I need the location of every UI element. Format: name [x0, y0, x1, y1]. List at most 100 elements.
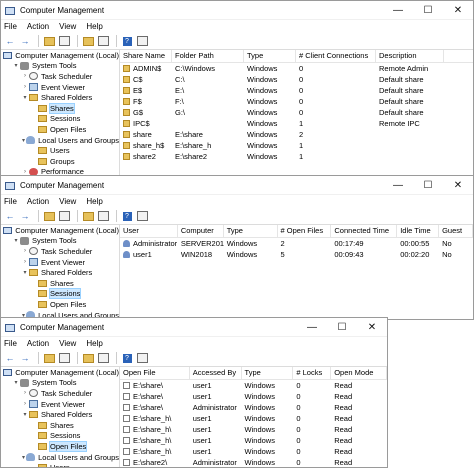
column-header-type[interactable]: Type	[244, 50, 296, 62]
column-header-type[interactable]: Type	[242, 367, 294, 379]
expanded-arrow-icon[interactable]: ▾	[12, 379, 20, 386]
expanded-arrow-icon[interactable]: ▾	[12, 237, 20, 244]
collapsed-arrow-icon[interactable]: ›	[21, 390, 29, 396]
tree-item-computer-management-local[interactable]: Computer Management (Local)	[1, 225, 119, 236]
maximize-button[interactable]: ☐	[413, 176, 443, 194]
menu-help[interactable]: Help	[86, 339, 102, 348]
tree-item-shares[interactable]: Shares	[1, 420, 119, 431]
tree-item-task-scheduler[interactable]: › Task Scheduler	[1, 71, 119, 82]
expanded-arrow-icon[interactable]: ▾	[21, 94, 29, 101]
table-row[interactable]: E:\share2\ Administrator Windows 0 Read	[120, 457, 387, 467]
table-row[interactable]: E$ E:\ Windows 0 Default share	[120, 85, 473, 96]
column-header-share-name[interactable]: Share Name	[120, 50, 172, 62]
menu-help[interactable]: Help	[86, 22, 102, 31]
help-icon[interactable]: ?	[121, 35, 133, 47]
tree-item-computer-management-local[interactable]: Computer Management (Local)	[1, 367, 119, 378]
tree-item-shares[interactable]: Shares	[1, 102, 119, 114]
menu-file[interactable]: File	[4, 197, 17, 206]
tree-item-shares[interactable]: Shares	[1, 278, 119, 289]
forward-icon[interactable]: →	[19, 210, 31, 222]
menu-help[interactable]: Help	[86, 197, 102, 206]
column-header-open-mode[interactable]: Open Mode	[331, 367, 387, 379]
menu-action[interactable]: Action	[27, 22, 49, 31]
up-folder-icon[interactable]	[43, 352, 55, 364]
collapsed-arrow-icon[interactable]: ›	[21, 248, 29, 254]
up-folder-icon[interactable]	[43, 35, 55, 47]
show-hide-tree-icon[interactable]	[58, 35, 70, 47]
table-row[interactable]: AdministratorSERVER201...Windows 2 00:17:4…	[120, 238, 473, 249]
menu-action[interactable]: Action	[27, 339, 49, 348]
tree-item-performance[interactable]: › Performance	[1, 167, 119, 175]
forward-icon[interactable]: →	[19, 35, 31, 47]
table-row[interactable]: share2 E:\share2 Windows 1	[120, 151, 473, 162]
tree-item-computer-management-local[interactable]: Computer Management (Local)	[1, 50, 119, 61]
column-header-connected-time[interactable]: Connected Time	[331, 225, 398, 237]
collapsed-arrow-icon[interactable]: ›	[21, 84, 29, 90]
tree-item-sessions[interactable]: Sessions	[1, 288, 119, 300]
back-icon[interactable]: ←	[4, 210, 16, 222]
column-header-folder-path[interactable]: Folder Path	[172, 50, 244, 62]
menu-file[interactable]: File	[4, 22, 17, 31]
title-bar[interactable]: Computer Management — ☐ ✕	[1, 318, 387, 337]
title-bar[interactable]: Computer Management — ☐ ✕	[1, 176, 473, 195]
column-header-client-connections[interactable]: # Client Connections	[296, 50, 376, 62]
column-header-computer[interactable]: Computer	[178, 225, 224, 237]
forward-icon[interactable]: →	[19, 352, 31, 364]
tree-item-sessions[interactable]: Sessions	[1, 431, 119, 442]
export-list-icon[interactable]	[97, 352, 109, 364]
help-icon[interactable]: ?	[121, 210, 133, 222]
table-row[interactable]: share E:\share Windows 2	[120, 129, 473, 140]
table-row[interactable]: F$ F:\ Windows 0 Default share	[120, 96, 473, 107]
tree-item-shared-folders[interactable]: ▾ Shared Folders	[1, 92, 119, 103]
table-row[interactable]: C$ C:\ Windows 0 Default share	[120, 74, 473, 85]
column-header-accessed-by[interactable]: Accessed By	[190, 367, 242, 379]
column-header-type[interactable]: Type	[224, 225, 278, 237]
expanded-arrow-icon[interactable]: ▾	[12, 62, 20, 69]
tree-item-event-viewer[interactable]: › Event Viewer	[1, 399, 119, 410]
show-hide-tree-icon[interactable]	[58, 352, 70, 364]
table-row[interactable]: E:\share_h\ user1 Windows 0 Read	[120, 435, 387, 446]
expanded-arrow-icon[interactable]: ▾	[21, 269, 29, 276]
refresh-icon[interactable]	[82, 210, 94, 222]
export-list-icon[interactable]	[97, 210, 109, 222]
expanded-arrow-icon[interactable]: ▾	[21, 411, 29, 418]
minimize-button[interactable]: —	[297, 318, 327, 336]
column-header-idle-time[interactable]: Idle Time	[397, 225, 440, 237]
column-header-open-files[interactable]: # Open Files	[278, 225, 332, 237]
collapsed-arrow-icon[interactable]: ›	[21, 259, 29, 265]
refresh-icon[interactable]	[82, 35, 94, 47]
tree-item-local-users-and-groups[interactable]: ▾ Local Users and Groups	[1, 135, 119, 146]
minimize-button[interactable]: —	[383, 1, 413, 19]
refresh-icon[interactable]	[82, 352, 94, 364]
tree-item-open-files[interactable]: Open Files	[1, 440, 119, 452]
table-row[interactable]: E:\share\ user1 Windows 0 Read	[120, 380, 387, 391]
menu-view[interactable]: View	[59, 22, 76, 31]
menu-view[interactable]: View	[59, 197, 76, 206]
back-icon[interactable]: ←	[4, 352, 16, 364]
close-button[interactable]: ✕	[443, 176, 473, 194]
tree-item-local-users-and-groups[interactable]: ▾ Local Users and Groups	[1, 452, 119, 463]
table-row[interactable]: share_h$ E:\share_h Windows 1	[120, 140, 473, 151]
help-icon[interactable]: ?	[121, 352, 133, 364]
tree-item-sessions[interactable]: Sessions	[1, 114, 119, 125]
collapsed-arrow-icon[interactable]: ›	[21, 401, 29, 407]
tree-item-open-files[interactable]: Open Files	[1, 299, 119, 310]
tree-item-shared-folders[interactable]: ▾ Shared Folders	[1, 267, 119, 278]
tree-item-open-files[interactable]: Open Files	[1, 124, 119, 135]
column-header-description[interactable]: Description	[376, 50, 444, 62]
tree-item-task-scheduler[interactable]: › Task Scheduler	[1, 388, 119, 399]
tree-item-system-tools[interactable]: ▾ System Tools	[1, 378, 119, 389]
maximize-button[interactable]: ☐	[413, 1, 443, 19]
title-bar[interactable]: Computer Management — ☐ ✕	[1, 1, 473, 20]
tree-item-system-tools[interactable]: ▾ System Tools	[1, 236, 119, 247]
menu-view[interactable]: View	[59, 339, 76, 348]
export-list-icon[interactable]	[97, 35, 109, 47]
column-header-guest[interactable]: Guest	[439, 225, 473, 237]
column-header-locks[interactable]: # Locks	[293, 367, 332, 379]
tree-item-event-viewer[interactable]: › Event Viewer	[1, 82, 119, 93]
close-button[interactable]: ✕	[443, 1, 473, 19]
menu-action[interactable]: Action	[27, 197, 49, 206]
maximize-button[interactable]: ☐	[327, 318, 357, 336]
properties-icon[interactable]	[136, 35, 148, 47]
properties-icon[interactable]	[136, 352, 148, 364]
